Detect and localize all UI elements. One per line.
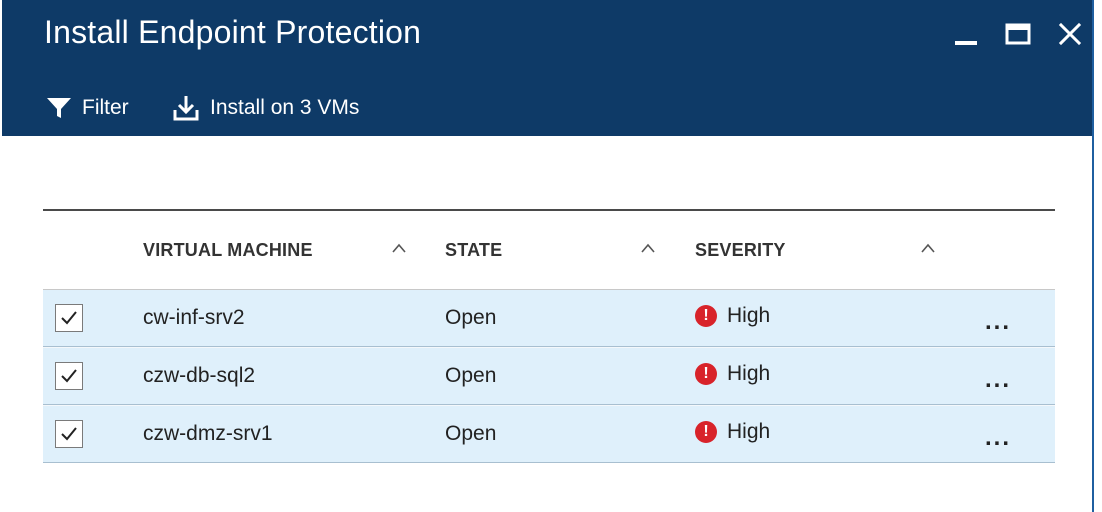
maximize-button[interactable]	[998, 14, 1038, 54]
vm-name: czw-dmz-srv1	[143, 422, 273, 445]
severity-label: High	[727, 362, 771, 385]
vm-name: cw-inf-srv2	[143, 306, 245, 329]
row-checkbox[interactable]	[55, 362, 83, 390]
table-row[interactable]: czw-db-sql2 Open ! High ...	[43, 347, 1055, 405]
install-button[interactable]: Install on 3 VMs	[172, 90, 359, 126]
blade-header: Install Endpoint Protection Filter Insta…	[2, 0, 1092, 136]
blade-title: Install Endpoint Protection	[44, 14, 422, 50]
severity-cell: ! High	[695, 362, 770, 386]
row-checkbox[interactable]	[55, 420, 83, 448]
sort-ascending-icon[interactable]	[920, 241, 936, 255]
install-label: Install on 3 VMs	[210, 96, 360, 119]
severity-cell: ! High	[695, 304, 770, 328]
filter-icon	[47, 98, 71, 118]
checkmark-icon	[61, 369, 77, 383]
vm-name: czw-db-sql2	[143, 364, 256, 387]
vm-state: Open	[445, 422, 497, 445]
filter-button[interactable]: Filter	[46, 90, 129, 126]
minimize-icon	[955, 41, 977, 45]
close-button[interactable]	[1050, 14, 1090, 54]
row-checkbox[interactable]	[55, 304, 83, 332]
more-actions-button[interactable]: ...	[985, 308, 1011, 336]
close-icon	[1058, 22, 1082, 46]
column-header-state[interactable]: STATE	[445, 240, 502, 261]
severity-label: High	[727, 420, 771, 443]
filter-label: Filter	[82, 96, 129, 119]
sort-ascending-icon[interactable]	[391, 241, 407, 255]
checkmark-icon	[61, 427, 77, 441]
blade: Install Endpoint Protection Filter Insta…	[0, 0, 1094, 512]
more-actions-button[interactable]: ...	[985, 424, 1011, 452]
download-icon	[173, 96, 199, 121]
grid-header: VIRTUAL MACHINE STATE SEVERITY	[43, 211, 1055, 290]
alert-icon: !	[695, 421, 717, 443]
alert-icon: !	[695, 305, 717, 327]
sort-ascending-icon[interactable]	[640, 241, 656, 255]
column-header-severity[interactable]: SEVERITY	[695, 240, 786, 261]
table-row[interactable]: czw-dmz-srv1 Open ! High ...	[43, 405, 1055, 463]
alert-icon: !	[695, 363, 717, 385]
checkmark-icon	[61, 311, 77, 325]
column-header-virtual-machine[interactable]: VIRTUAL MACHINE	[143, 240, 313, 261]
minimize-button[interactable]	[946, 14, 986, 54]
vm-state: Open	[445, 306, 497, 329]
maximize-icon	[1005, 23, 1031, 45]
vm-state: Open	[445, 364, 497, 387]
more-actions-button[interactable]: ...	[985, 366, 1011, 394]
severity-cell: ! High	[695, 420, 770, 444]
table-row[interactable]: cw-inf-srv2 Open ! High ...	[43, 290, 1055, 347]
vm-grid: VIRTUAL MACHINE STATE SEVERITY cw-inf-sr…	[43, 209, 1055, 463]
severity-label: High	[727, 304, 771, 327]
